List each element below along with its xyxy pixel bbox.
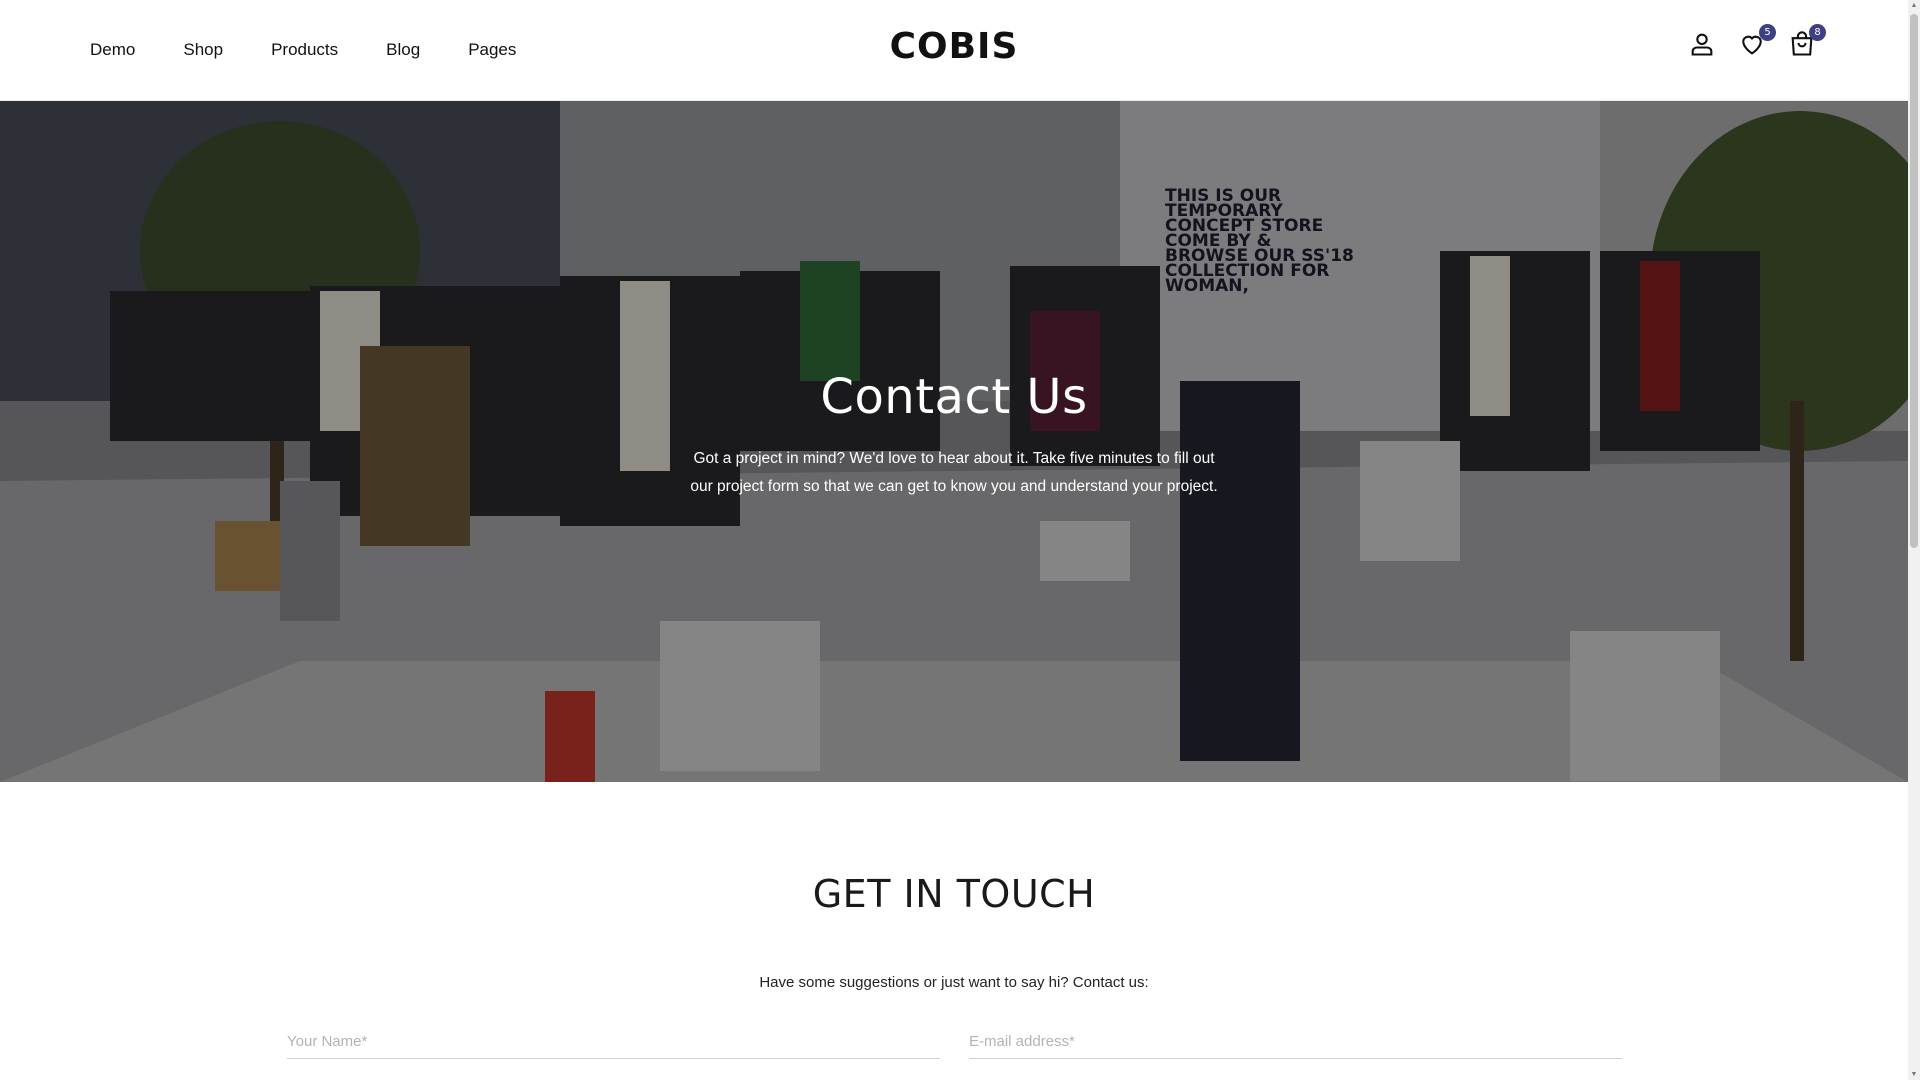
section-title: GET IN TOUCH [812,872,1096,916]
hero-subtitle: Got a project in mind? We'd love to hear… [690,450,1218,495]
logo-wrapper: COBIS [0,26,1908,67]
name-field[interactable] [287,1024,940,1059]
site-header: Demo Shop Products Blog Pages COBIS 5 8 [0,0,1908,101]
hero-banner: THIS IS OUR TEMPORARY CONCEPT STORE COME… [0,101,1908,782]
hero-dark-overlay [0,101,1908,782]
scrollbar-thumb[interactable] [1910,14,1918,548]
scroll-down-arrow[interactable]: ▼ [1908,1071,1920,1078]
email-field[interactable] [969,1024,1622,1059]
page-scrollbar[interactable]: ▲ ▼ [1908,0,1920,1080]
cart-count-badge: 8 [1809,24,1826,41]
section-subtitle: Have some suggestions or just want to sa… [759,974,1149,991]
cart-button[interactable]: 8 [1788,24,1826,60]
account-button[interactable] [1688,30,1718,60]
site-logo[interactable]: COBIS [890,26,1019,67]
scroll-up-arrow[interactable]: ▲ [1908,2,1920,9]
wishlist-count-badge: 5 [1759,24,1776,41]
user-icon [1691,33,1713,56]
hero-title: Contact Us [820,369,1088,425]
header-actions: 5 8 [1668,24,1826,60]
wishlist-button[interactable]: 5 [1738,24,1776,60]
